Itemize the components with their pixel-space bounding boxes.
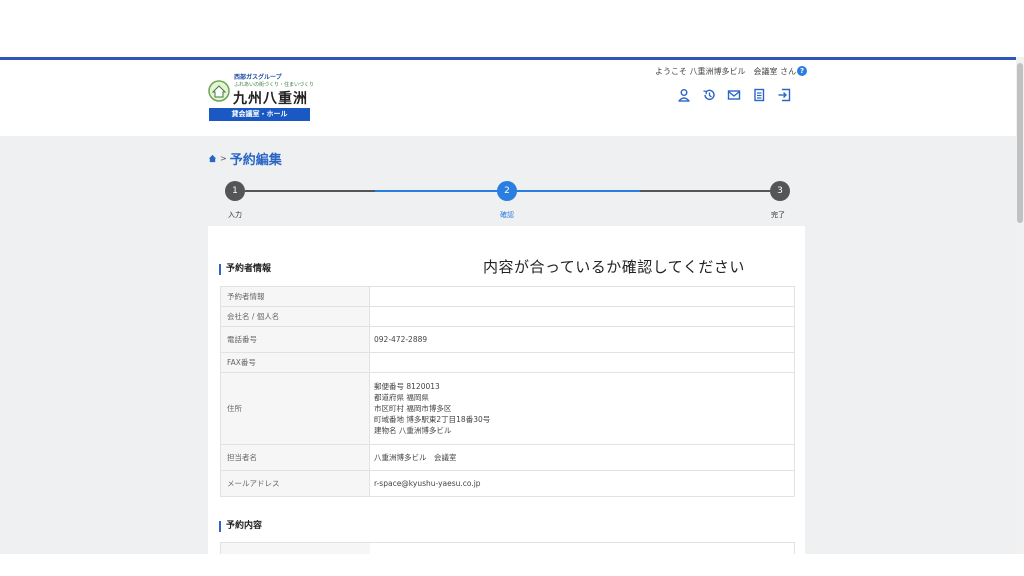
document-icon[interactable] [751, 87, 767, 103]
company-logo[interactable]: 西部ガスグループ ふれあいの街づくり・住まいづくり 九州八重洲 貸会議室・ホール [208, 70, 318, 126]
table-key-cell: 電話番号 [220, 326, 370, 353]
table-value-line: 092-472-2889 [374, 335, 428, 344]
table-key-cell: メールアドレス [220, 470, 370, 497]
house-logo-icon [208, 80, 230, 102]
table-value-cell: 八重洲博多ビル 会議室 [369, 444, 795, 471]
bottom-blank-area [0, 554, 1024, 576]
table-row: 担当者名 八重洲博多ビル 会議室 [220, 444, 795, 471]
table-row: 予約者情報 [220, 286, 795, 307]
table-row: メールアドレス r-space@kyushu-yaesu.co.jp [220, 470, 795, 497]
table-key-cell: FAX番号 [220, 352, 370, 373]
logout-icon[interactable] [776, 87, 792, 103]
table-value-line: 都道府県 福岡県 [374, 393, 429, 402]
service-badge: 貸会議室・ホール [209, 108, 310, 121]
table-value-cell: 郵便番号 8120013 都道府県 福岡県市区町村 福岡市博多区町域番地 博多駅東… [369, 372, 795, 445]
table-row: 会社名 / 個人名 [220, 306, 795, 327]
table-value-cell: 092-472-2889 [369, 326, 795, 353]
mail-icon[interactable] [726, 87, 742, 103]
welcome-text: ようこそ 八重洲博多ビル 会議室 さん [655, 67, 797, 76]
step-2-label: 確認 [500, 211, 514, 219]
progress-line-pending [640, 190, 770, 192]
confirmation-card: 内容が合っているか確認してください 予約者情報 予約者情報 会社名 / 個人名 電話… [208, 226, 805, 576]
table-value-line: 町域番地 博多駅東2丁目18番30号 [374, 415, 491, 424]
step-3-label: 完了 [771, 211, 785, 219]
scrollbar-thumb[interactable] [1017, 63, 1023, 223]
reserver-info-table: 予約者情報 会社名 / 個人名 電話番号 092-472-2889 FAX番号 住所 郵便番… [220, 286, 795, 497]
step-1-label: 入力 [228, 211, 242, 219]
step-2-circle: 2 [497, 181, 517, 201]
table-key-cell: 担当者名 [220, 444, 370, 471]
step-1-circle: 1 [225, 181, 245, 201]
table-value-line: 建物名 八重洲博多ビル [374, 426, 452, 435]
step-3-circle: 3 [770, 181, 790, 201]
table-value-cell [369, 286, 795, 307]
top-blank-area [0, 0, 1024, 57]
table-row: FAX番号 [220, 352, 795, 373]
confirm-message: 内容が合っているか確認してください [483, 258, 745, 276]
company-name: 九州八重洲 [233, 91, 308, 107]
header-icon-nav [676, 87, 792, 103]
table-value-line: 市区町村 福岡市博多区 [374, 404, 452, 413]
table-value-line: r-space@kyushu-yaesu.co.jp [374, 479, 481, 488]
table-value-line: 郵便番号 8120013 [374, 382, 440, 391]
table-key-cell: 予約者情報 [220, 286, 370, 307]
table-value-cell [369, 352, 795, 373]
company-slogan: ふれあいの街づくり・住まいづくり [234, 82, 315, 88]
main-content: > 予約編集 1 2 3 入力 確認 完了 内容が合っているか確認してください … [0, 136, 1016, 576]
user-icon[interactable] [676, 87, 692, 103]
table-key-cell: 会社名 / 個人名 [220, 306, 370, 327]
section-title-content: 予約内容 [219, 521, 262, 532]
vertical-scrollbar[interactable] [1016, 57, 1024, 554]
table-value-cell [369, 306, 795, 327]
progress-line-completed [245, 190, 375, 192]
table-row: 住所 郵便番号 8120013 都道府県 福岡県市区町村 福岡市博多区町域番地 博多… [220, 372, 795, 445]
history-icon[interactable] [701, 87, 717, 103]
site-header: 西部ガスグループ ふれあいの街づくり・住まいづくり 九州八重洲 貸会議室・ホール… [0, 60, 1016, 136]
table-key-cell: 住所 [220, 372, 370, 445]
help-icon[interactable]: ? [797, 66, 807, 76]
progress-steps: 1 2 3 入力 確認 完了 [0, 136, 1016, 226]
table-value-line: 八重洲博多ビル 会議室 [374, 453, 457, 462]
group-name: 西部ガスグループ [234, 74, 282, 81]
table-row: 電話番号 092-472-2889 [220, 326, 795, 353]
section-title-reserver: 予約者情報 [219, 264, 271, 275]
table-value-cell: r-space@kyushu-yaesu.co.jp [369, 470, 795, 497]
